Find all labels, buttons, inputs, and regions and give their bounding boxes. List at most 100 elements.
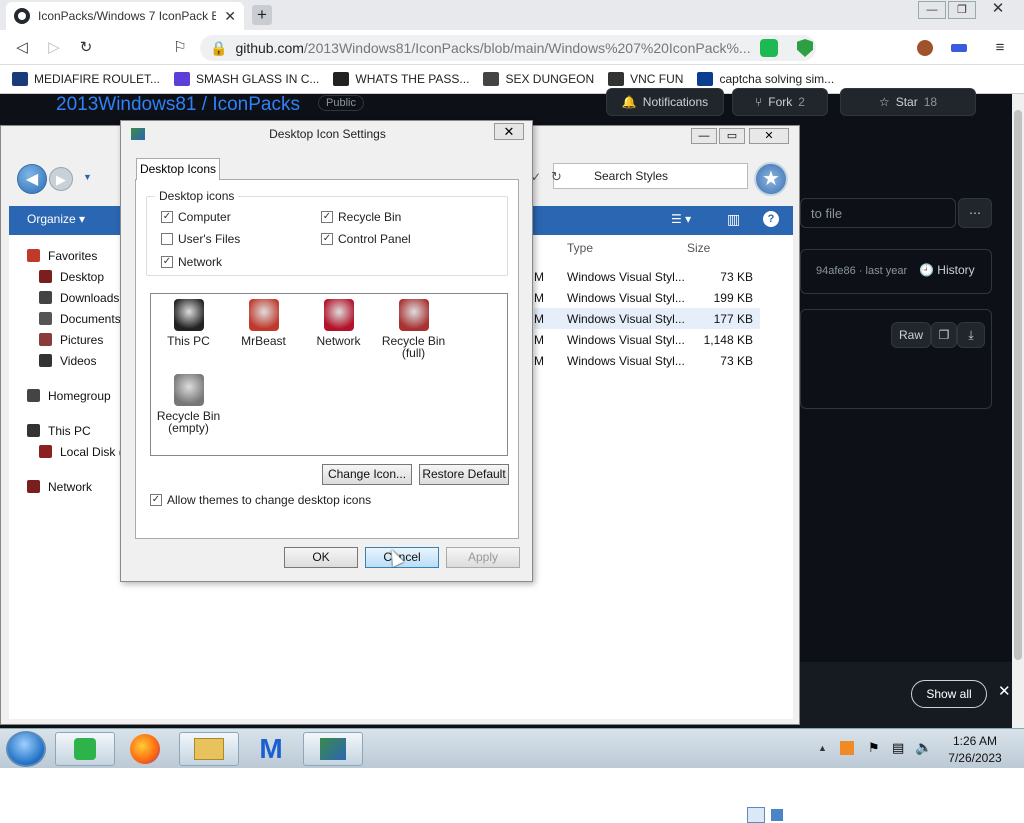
copy-icon[interactable]: ❐ bbox=[931, 322, 957, 348]
explorer-close-button[interactable]: ✕ bbox=[749, 128, 789, 144]
checkbox-box[interactable]: ✓ bbox=[321, 211, 333, 223]
desktop-icon-checkbox[interactable]: ✓ Control Panel bbox=[321, 232, 411, 246]
browser-tabbar: IconPacks/Windows 7 IconPack By ✕ + — ❐ … bbox=[0, 0, 1024, 30]
checkbox-box[interactable]: ✓ bbox=[161, 256, 173, 268]
browser-tab[interactable]: IconPacks/Windows 7 IconPack By ✕ bbox=[6, 2, 244, 30]
explorer-back-icon[interactable]: ◀ bbox=[17, 164, 47, 194]
dialog-close-button[interactable]: ✕ bbox=[494, 123, 524, 140]
organize-button[interactable]: Organize ▾ bbox=[27, 212, 85, 226]
menu-icon[interactable]: ≡ bbox=[990, 38, 1010, 58]
desktop-icon-preview[interactable]: This PC bbox=[151, 299, 226, 347]
taskbar-app-settings[interactable] bbox=[303, 732, 363, 766]
allow-themes-checkbox[interactable]: ✓ Allow themes to change desktop icons bbox=[150, 493, 371, 507]
explorer-forward-icon[interactable]: ▶ bbox=[49, 167, 73, 191]
file-row[interactable]: M Windows Visual Styl... 199 KB bbox=[534, 287, 760, 308]
notifications-button[interactable]: 🔔 Notifications bbox=[606, 88, 724, 116]
spotify-extension-icon[interactable] bbox=[760, 39, 778, 57]
desktop-icon-preview[interactable]: MrBeast bbox=[226, 299, 301, 347]
view-options-icon[interactable]: ☰ ▾ bbox=[671, 212, 691, 226]
taskbar-app-malwarebytes[interactable]: M bbox=[241, 732, 301, 766]
history-dropdown-icon[interactable]: ▼ bbox=[83, 172, 92, 182]
minimize-button[interactable]: — bbox=[918, 1, 946, 19]
tab-close-icon[interactable]: ✕ bbox=[224, 8, 236, 25]
desktop-icon-image bbox=[173, 374, 204, 406]
column-type[interactable]: Type bbox=[567, 241, 593, 255]
flag-icon[interactable]: ⚑ bbox=[868, 740, 880, 756]
column-size[interactable]: Size bbox=[687, 241, 710, 255]
bookmark-item[interactable]: captcha solving sim... bbox=[697, 72, 834, 86]
desktop-icon-checkbox[interactable]: ✓ Computer bbox=[161, 210, 231, 224]
change-icon-button[interactable]: Change Icon... bbox=[322, 464, 412, 485]
bookmark-icon bbox=[12, 72, 28, 86]
extension-icon[interactable] bbox=[951, 44, 967, 52]
goto-file-input[interactable]: to file bbox=[800, 198, 956, 228]
bookmark-item[interactable]: MEDIAFIRE ROULET... bbox=[12, 72, 160, 86]
desktop-icon-preview[interactable]: Recycle Bin (full) bbox=[376, 299, 451, 359]
bookmark-item[interactable]: SEX DUNGEON bbox=[483, 72, 594, 86]
bookmark-icon[interactable]: ⚐ bbox=[170, 38, 190, 58]
reload-icon[interactable]: ↻ bbox=[76, 38, 96, 58]
new-tab-button[interactable]: + bbox=[252, 5, 272, 25]
checkbox-box[interactable]: ✓ bbox=[161, 211, 173, 223]
nav-item-label: Homegroup bbox=[48, 388, 111, 403]
checkbox-box[interactable]: ✓ bbox=[321, 233, 333, 245]
show-all-button[interactable]: Show all bbox=[911, 680, 987, 708]
bookmark-item[interactable]: SMASH GLASS IN C... bbox=[174, 72, 319, 86]
page-scrollbar-thumb[interactable] bbox=[1014, 110, 1022, 660]
nav-item-label: Favorites bbox=[48, 248, 98, 263]
profile-avatar[interactable] bbox=[917, 40, 933, 56]
history-link[interactable]: 🕘 History bbox=[919, 263, 975, 277]
allow-themes-box[interactable]: ✓ bbox=[150, 494, 162, 506]
file-row[interactable]: M Windows Visual Styl... 1,148 KB bbox=[534, 329, 760, 350]
network-tray-icon[interactable]: ▤ bbox=[892, 740, 904, 756]
tab-desktop-icons[interactable]: Desktop Icons bbox=[136, 158, 220, 180]
favorites-star-icon[interactable]: ★ bbox=[754, 162, 788, 196]
start-button[interactable] bbox=[6, 731, 46, 767]
restore-default-button[interactable]: Restore Default bbox=[419, 464, 509, 485]
ok-button[interactable]: OK bbox=[284, 547, 358, 568]
search-input[interactable]: Search Styles bbox=[553, 163, 748, 189]
preview-pane-icon[interactable]: ▥ bbox=[727, 211, 740, 228]
explorer-maximize-button[interactable]: ▭ bbox=[719, 128, 745, 144]
desktop-icon-preview[interactable]: Recycle Bin (empty) bbox=[151, 374, 226, 434]
clock[interactable]: 1:26 AM 7/26/2023 bbox=[930, 733, 1020, 767]
file-row[interactable]: M Windows Visual Styl... 73 KB bbox=[534, 350, 760, 371]
history-icon: 🕘 bbox=[919, 263, 934, 277]
icon-preview-list[interactable]: This PC MrBeast Network Recycle Bin (full) Re… bbox=[150, 293, 508, 456]
nav-item-label: Downloads bbox=[60, 290, 120, 305]
checkbox-box[interactable] bbox=[161, 233, 173, 245]
forward-icon[interactable]: ▷ bbox=[44, 38, 64, 58]
apply-button[interactable]: Apply bbox=[446, 547, 520, 568]
details-view-icon[interactable] bbox=[747, 807, 765, 823]
tray-expand-icon[interactable]: ▲ bbox=[818, 743, 827, 753]
file-row[interactable]: M Windows Visual Styl... 177 KB bbox=[534, 308, 760, 329]
desktop-icon-checkbox[interactable]: User's Files bbox=[161, 232, 240, 246]
large-icons-view-icon[interactable] bbox=[771, 809, 783, 821]
file-type: Windows Visual Styl... bbox=[567, 311, 685, 326]
taskbar-app-explorer[interactable] bbox=[179, 732, 239, 766]
firefox-icon[interactable] bbox=[130, 734, 160, 764]
desktop-icon-preview[interactable]: Network bbox=[301, 299, 376, 347]
close-window-button[interactable]: ✕ bbox=[984, 1, 1012, 19]
bookmark-item[interactable]: WHATS THE PASS... bbox=[333, 72, 469, 86]
bookmark-item[interactable]: VNC FUN bbox=[608, 72, 683, 86]
taskbar-app-notes[interactable] bbox=[55, 732, 115, 766]
file-row[interactable]: M Windows Visual Styl... 73 KB bbox=[534, 266, 760, 287]
more-options-button[interactable]: ⋯ bbox=[958, 198, 992, 228]
star-button[interactable]: ☆ Star 18 bbox=[840, 88, 976, 116]
raw-button[interactable]: Raw bbox=[891, 322, 931, 348]
help-icon[interactable]: ? bbox=[763, 211, 779, 227]
maximize-button[interactable]: ❐ bbox=[948, 1, 976, 19]
download-icon[interactable]: ⤓ bbox=[957, 322, 985, 348]
fork-button[interactable]: ⑂ Fork 2 bbox=[732, 88, 828, 116]
back-icon[interactable]: ◁ bbox=[12, 38, 32, 58]
tray-app-icon[interactable] bbox=[840, 741, 854, 755]
desktop-icon-checkbox[interactable]: ✓ Network bbox=[161, 255, 222, 269]
explorer-minimize-button[interactable]: — bbox=[691, 128, 717, 144]
allow-themes-label: Allow themes to change desktop icons bbox=[167, 493, 372, 507]
desktop-icon-checkbox[interactable]: ✓ Recycle Bin bbox=[321, 210, 401, 224]
address-bar[interactable]: 🔒 github.com/2013Windows81/IconPacks/blo… bbox=[200, 35, 816, 61]
refresh-icon[interactable]: ↻ bbox=[551, 169, 562, 185]
toast-close-icon[interactable]: ✕ bbox=[998, 682, 1011, 700]
repo-title[interactable]: 2013Windows81 / IconPacks bbox=[56, 94, 300, 116]
